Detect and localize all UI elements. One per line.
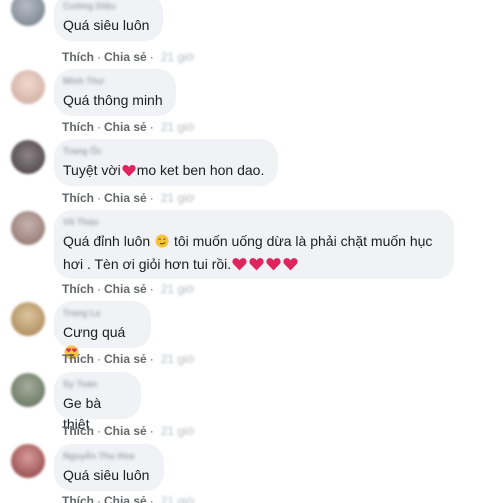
- comment-bubble: Cường Diệu Quá siêu luôn: [54, 0, 163, 41]
- comment-timestamp[interactable]: 21 giờ: [161, 352, 195, 366]
- comment-timestamp[interactable]: 21 giờ: [161, 282, 195, 296]
- like-button[interactable]: Thích: [62, 191, 94, 205]
- heart-emoji-icon: [283, 256, 298, 277]
- avatar[interactable]: [11, 211, 45, 245]
- share-button[interactable]: Chia sẻ: [104, 352, 147, 366]
- like-button[interactable]: Thích: [62, 282, 94, 296]
- share-button[interactable]: Chia sẻ: [104, 494, 147, 503]
- comment-text-part: mo ket ben hon dao.: [136, 162, 265, 178]
- like-button[interactable]: Thích: [62, 352, 94, 366]
- comment-timestamp[interactable]: 21 giờ: [161, 120, 195, 134]
- comment-actions: Thích · Chia sẻ · 21 giờ: [62, 50, 195, 64]
- comment-text-part: Quá đỉnh luôn: [63, 233, 155, 249]
- comment-actions: Thích · Chia sẻ · 21 giờ: [62, 191, 195, 205]
- share-button[interactable]: Chia sẻ: [104, 282, 147, 296]
- share-button[interactable]: Chia sẻ: [104, 50, 147, 64]
- comment-text: Tuyệt vời mo ket ben hon dao.: [63, 160, 266, 183]
- comment-author[interactable]: Trang Ốc: [63, 146, 266, 156]
- comment-text-part: Cưng quá: [63, 324, 126, 340]
- comment-text-part: Tuyệt vời: [63, 162, 121, 178]
- avatar[interactable]: [11, 444, 45, 478]
- comment-timestamp[interactable]: 21 giờ: [161, 424, 195, 438]
- comment-bubble: Trang Le Cưng quá: [54, 301, 151, 360]
- comment-author[interactable]: Võ Thảo: [63, 217, 442, 227]
- comment-text-part: tôi muốn uống dừa là phải chặt muốn hục: [170, 233, 433, 249]
- comment-actions: Thích · Chia sẻ · 21 giờ: [62, 282, 195, 296]
- comment-text: Quá siêu luôn: [63, 467, 150, 483]
- comment-text: Quá đỉnh luôn tôi muốn uống dừa là phải …: [63, 231, 442, 277]
- heart-emoji-icon: [122, 162, 136, 183]
- smirk-emoji-icon: [155, 233, 169, 254]
- comment-timestamp[interactable]: 21 giờ: [161, 191, 195, 205]
- comment-author[interactable]: Sy Toàn: [63, 379, 129, 389]
- share-button[interactable]: Chia sẻ: [104, 120, 147, 134]
- avatar[interactable]: [11, 0, 45, 26]
- comment-bubble: Võ Thảo Quá đỉnh luôn tôi muốn uống dừa …: [54, 210, 454, 279]
- comment-text-part: hơi . Tèn ơi giỏi hơn tui rồi.: [63, 256, 232, 272]
- comment-timestamp[interactable]: 21 giờ: [161, 494, 195, 503]
- heart-emoji-icon: [249, 256, 264, 277]
- comment-bubble: Minh Thư Quá thông minh: [54, 69, 176, 116]
- comment-bubble: Nguyễn Thu Hoa Quá siêu luôn: [54, 444, 164, 491]
- heart-emoji-icon: [266, 256, 281, 277]
- avatar[interactable]: [11, 70, 45, 104]
- comment-actions: Thích · Chia sẻ · 21 giờ: [62, 494, 195, 503]
- comment-timestamp[interactable]: 21 giờ: [161, 50, 195, 64]
- heart-emoji-group: [231, 256, 299, 272]
- comment-feed: Cường Diệu Quá siêu luôn Thích · Chia sẻ · 2…: [0, 0, 483, 503]
- comment-bubble: Trang Ốc Tuyệt vời mo ket ben hon dao.: [54, 139, 278, 186]
- like-button[interactable]: Thích: [62, 424, 94, 438]
- comment-author[interactable]: Minh Thư: [63, 76, 164, 86]
- like-button[interactable]: Thích: [62, 120, 94, 134]
- avatar[interactable]: [11, 140, 45, 174]
- share-button[interactable]: Chia sẻ: [104, 424, 147, 438]
- share-button[interactable]: Chia sẻ: [104, 191, 147, 205]
- comment-author[interactable]: Nguyễn Thu Hoa: [63, 451, 152, 461]
- like-button[interactable]: Thích: [62, 494, 94, 503]
- comment-actions: Thích · Chia sẻ · 21 giờ: [62, 424, 195, 438]
- comment-text: Quá thông minh: [63, 92, 163, 108]
- avatar[interactable]: [11, 373, 45, 407]
- comment-bubble: Sy Toàn Ge bà thiệt: [54, 372, 141, 432]
- comment-author[interactable]: Cường Diệu: [63, 1, 151, 11]
- comment-actions: Thích · Chia sẻ · 21 giờ: [62, 120, 195, 134]
- comment-text: Quá siêu luôn: [63, 17, 150, 33]
- like-button[interactable]: Thích: [62, 50, 94, 64]
- comment-actions: Thích · Chia sẻ · 21 giờ: [62, 352, 195, 366]
- comment-author[interactable]: Trang Le: [63, 308, 139, 318]
- avatar[interactable]: [11, 302, 45, 336]
- heart-emoji-icon: [232, 256, 247, 277]
